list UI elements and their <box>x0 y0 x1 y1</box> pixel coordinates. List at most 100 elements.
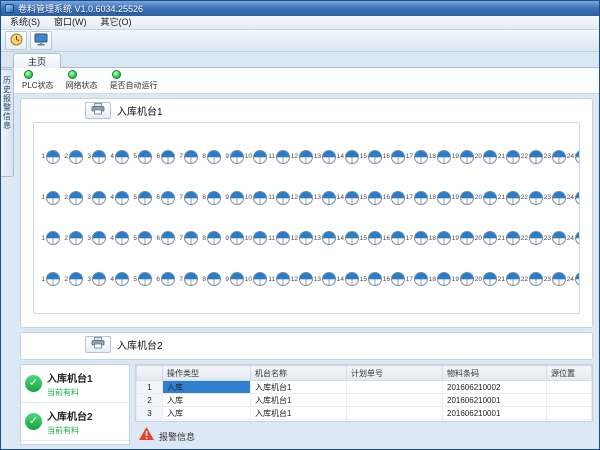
station2-group: 入库机台2 <box>20 332 593 360</box>
slot: 15 <box>359 191 382 205</box>
slot: 13 <box>313 272 336 286</box>
roll-slot-indicator <box>391 191 405 205</box>
slot-number: 23 <box>543 153 551 160</box>
roll-slot-indicator <box>161 191 175 205</box>
titlebar[interactable]: 卷料管理系统 V1.0.6034.25526 <box>1 1 599 16</box>
slot-number: 22 <box>520 194 528 201</box>
roll-slot-indicator <box>138 272 152 286</box>
roll-slot-indicator <box>391 272 405 286</box>
side-tab-label: 历史报警信息 <box>2 76 13 176</box>
table-row[interactable]: 4入库入库机台1201606210001 <box>137 420 592 423</box>
menu-window[interactable]: 窗口(W) <box>47 16 94 29</box>
machine-card-station2[interactable]: ✓ 入库机台2 当前有料 <box>21 403 129 441</box>
station1-print-button[interactable] <box>85 102 111 119</box>
slot: 13 <box>313 231 336 245</box>
table-row[interactable]: 2入库入库机台1201606210001 <box>137 394 592 407</box>
table-cell <box>547 420 592 423</box>
roll-slot-indicator <box>230 231 244 245</box>
slot-number: 4 <box>106 276 114 283</box>
column-header-barcode[interactable]: 物料条码 <box>443 366 547 381</box>
roll-slot-indicator <box>391 150 405 164</box>
table-row[interactable]: 3入库入库机台1201606210001 <box>137 407 592 420</box>
slot: 24 <box>566 272 580 286</box>
roll-slot-indicator <box>437 231 451 245</box>
slot-number: 19 <box>451 194 459 201</box>
slot-number: 24 <box>566 153 574 160</box>
slot-number: 4 <box>106 194 114 201</box>
roll-slot-indicator <box>552 231 566 245</box>
roll-slot-indicator <box>69 150 83 164</box>
slot: 2 <box>60 231 83 245</box>
roll-slot-indicator <box>207 191 221 205</box>
side-tab-history[interactable]: 历史报警信息 <box>1 69 14 177</box>
slot-number: 21 <box>497 235 505 242</box>
slot: 19 <box>451 191 474 205</box>
table-cell: 入库机台1 <box>251 394 347 407</box>
roll-slot-indicator <box>483 231 497 245</box>
slot: 9 <box>221 191 244 205</box>
slot: 12 <box>290 231 313 245</box>
roll-slot-indicator <box>115 150 129 164</box>
table-cell <box>547 394 592 407</box>
toolbar <box>1 30 599 52</box>
slot-number: 12 <box>290 235 298 242</box>
slot-number: 6 <box>152 194 160 201</box>
slot: 6 <box>152 272 175 286</box>
roll-slot-indicator <box>345 272 359 286</box>
slot: 21 <box>497 272 520 286</box>
slot: 19 <box>451 272 474 286</box>
slot-number: 24 <box>566 235 574 242</box>
tab-home[interactable]: 主页 <box>13 53 61 68</box>
slot-number: 10 <box>244 235 252 242</box>
slot-number: 13 <box>313 235 321 242</box>
slot-grid: 1234567891011121314151617181920212223242… <box>34 123 579 313</box>
monitor-icon <box>34 33 48 49</box>
roll-slot-indicator <box>552 150 566 164</box>
slot: 20 <box>474 231 497 245</box>
roll-slot-indicator <box>253 231 267 245</box>
slot-number: 17 <box>405 276 413 283</box>
station2-print-button[interactable] <box>85 336 111 353</box>
table-cell <box>347 407 443 420</box>
roll-slot-indicator <box>184 150 198 164</box>
clock-tool-button[interactable] <box>5 31 27 50</box>
menu-other[interactable]: 其它(O) <box>94 16 139 29</box>
column-header-source[interactable]: 源位置 <box>547 366 592 381</box>
roll-slot-indicator <box>46 231 60 245</box>
slot-number: 4 <box>106 153 114 160</box>
roll-slot-indicator <box>322 191 336 205</box>
roll-slot-indicator <box>92 272 106 286</box>
slot: 22 <box>520 231 543 245</box>
roll-slot-indicator <box>552 191 566 205</box>
column-header-plan[interactable]: 计划单号 <box>347 366 443 381</box>
slot-number: 11 <box>267 194 275 201</box>
monitor-tool-button[interactable] <box>30 31 52 50</box>
slot-number: 22 <box>520 276 528 283</box>
table-row[interactable]: 1入库入库机台1201606210002 <box>137 381 592 394</box>
slot: 13 <box>313 150 336 164</box>
slot-number: 20 <box>474 235 482 242</box>
slot-number: 3 <box>83 235 91 242</box>
slot-number: 21 <box>497 194 505 201</box>
column-header-op[interactable]: 操作类型 <box>163 366 251 381</box>
slot: 18 <box>428 150 451 164</box>
column-header-machine[interactable]: 机台名称 <box>251 366 347 381</box>
roll-slot-indicator <box>230 272 244 286</box>
slot: 6 <box>152 150 175 164</box>
slot: 3 <box>83 191 106 205</box>
slot-number: 18 <box>428 235 436 242</box>
slot-number: 23 <box>543 235 551 242</box>
tab-home-label: 主页 <box>28 55 46 68</box>
slot-number: 10 <box>244 194 252 201</box>
slot-number: 5 <box>129 194 137 201</box>
machine-card-station1[interactable]: ✓ 入库机台1 当前有料 <box>21 365 129 403</box>
menu-system[interactable]: 系统(S) <box>3 16 47 29</box>
roll-slot-indicator <box>161 150 175 164</box>
slot-number: 3 <box>83 153 91 160</box>
slot: 3 <box>83 231 106 245</box>
slot-number: 7 <box>175 276 183 283</box>
slot: 9 <box>221 231 244 245</box>
slot: 8 <box>198 231 221 245</box>
slot: 18 <box>428 272 451 286</box>
roll-slot-indicator <box>276 191 290 205</box>
